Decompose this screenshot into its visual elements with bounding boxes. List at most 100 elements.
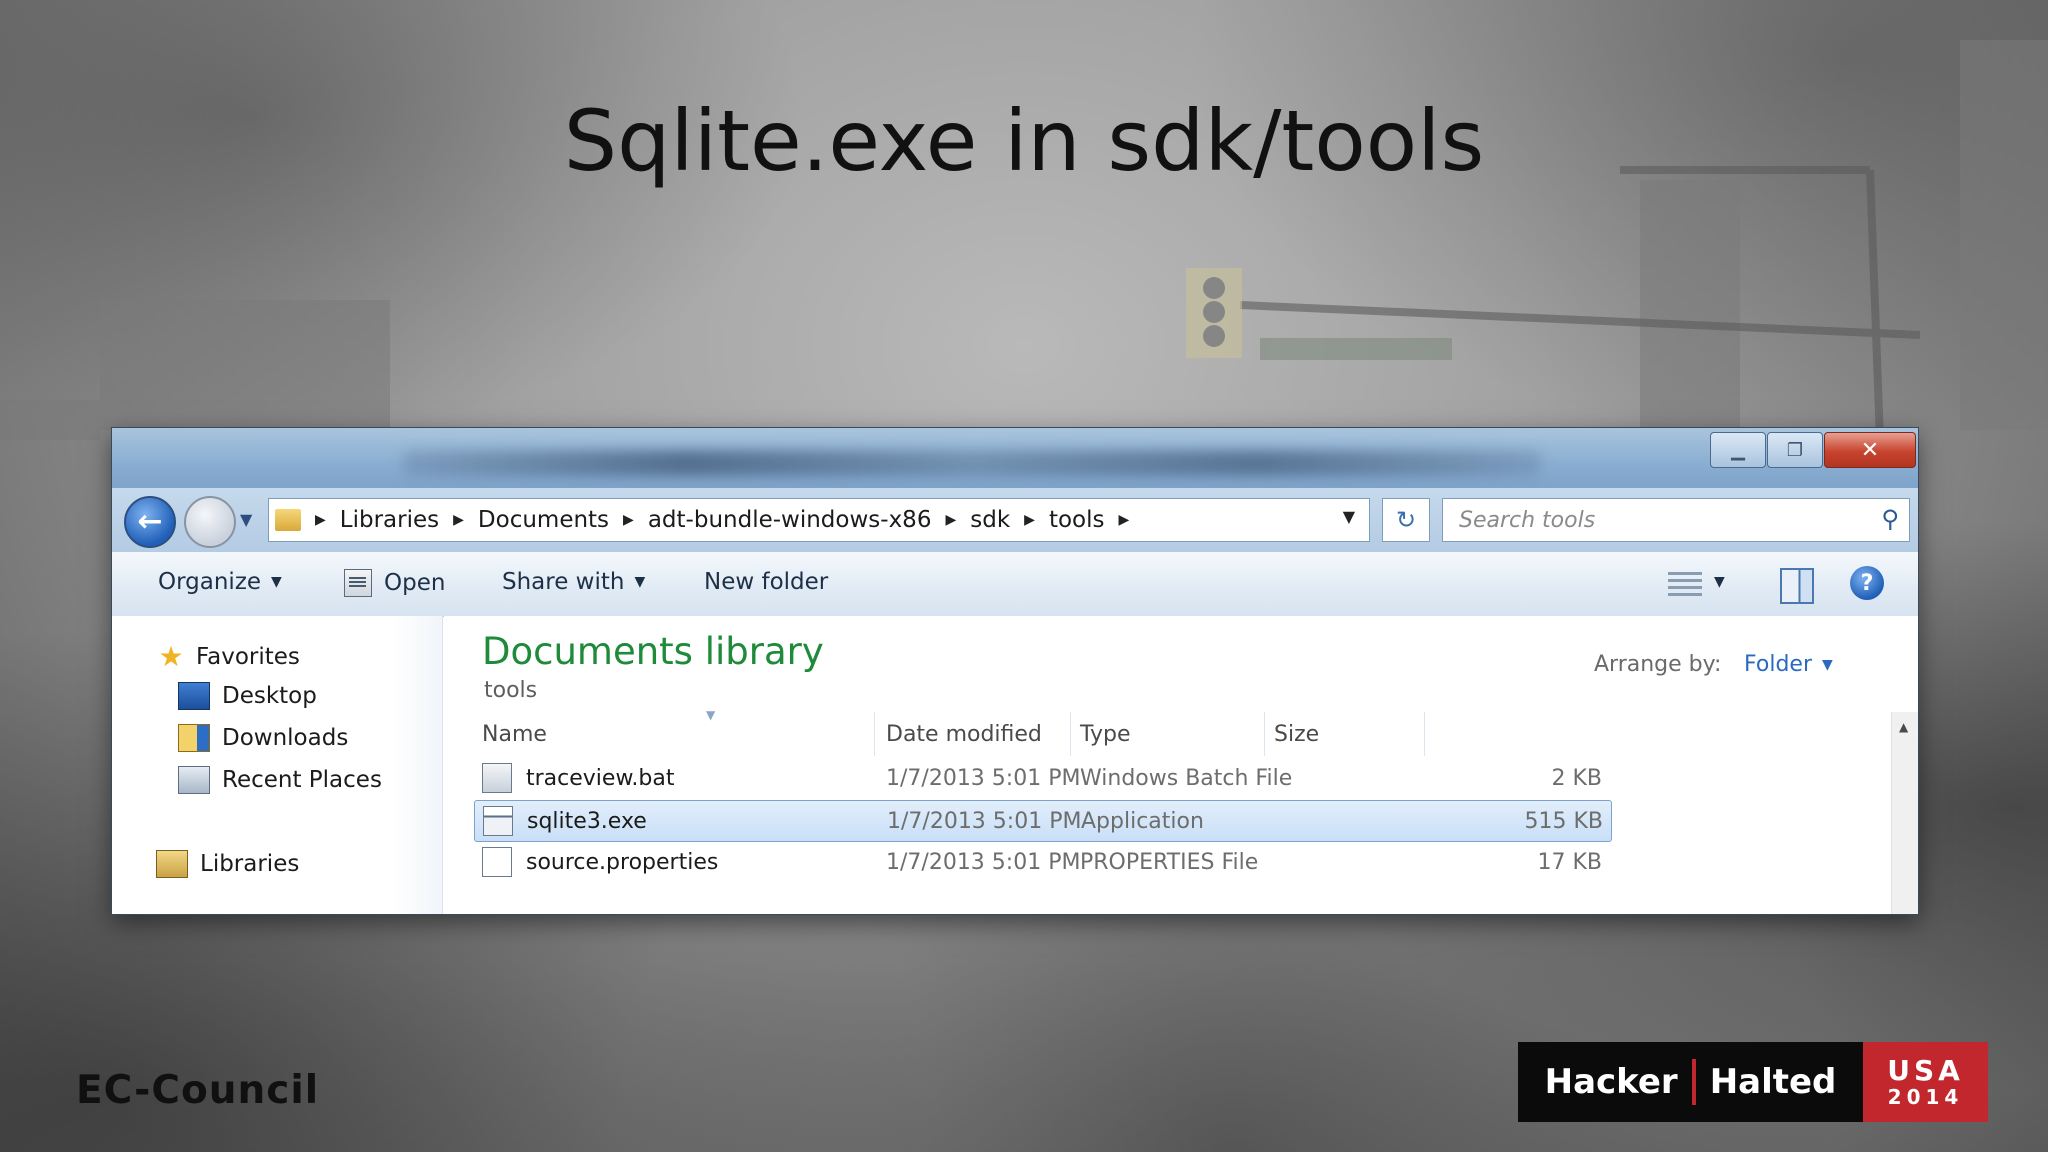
refresh-icon: ↻: [1395, 506, 1417, 534]
column-divider[interactable]: [1264, 712, 1265, 756]
maximize-icon: ❐: [1786, 439, 1804, 461]
logo-divider: [1691, 1059, 1696, 1105]
chevron-down-icon: ▼: [271, 574, 282, 590]
new-folder-button[interactable]: New folder: [704, 569, 828, 595]
open-label: Open: [384, 570, 446, 596]
chevron-down-icon: ▼: [1822, 656, 1833, 673]
ec-council-logo: EC-Council: [76, 1068, 320, 1113]
vertical-scrollbar[interactable]: ▲: [1891, 712, 1918, 914]
open-icon: [344, 569, 372, 597]
nav-favorites-label: Favorites: [196, 643, 300, 670]
nav-downloads-label: Downloads: [222, 725, 349, 751]
back-button[interactable]: ←: [124, 496, 176, 548]
nav-item-downloads[interactable]: Downloads: [178, 724, 348, 752]
file-list-pane: Documents library tools Arrange by: Fold…: [444, 616, 1918, 914]
column-divider[interactable]: [1070, 712, 1071, 756]
library-subtitle: tools: [484, 678, 538, 703]
close-button[interactable]: ✕: [1824, 432, 1916, 468]
chevron-right-icon[interactable]: ▶: [623, 512, 634, 528]
downloads-icon: [178, 724, 210, 752]
file-row[interactable]: traceview.bat 1/7/2013 5:01 PM Windows B…: [474, 758, 1610, 798]
organize-button[interactable]: Organize ▼: [158, 569, 282, 595]
file-name-cell: sqlite3.exe: [483, 806, 647, 836]
search-icon[interactable]: ⚲: [1881, 505, 1899, 533]
search-input[interactable]: [1457, 506, 1861, 534]
maximize-button[interactable]: ❐: [1767, 432, 1823, 468]
file-row[interactable]: source.properties 1/7/2013 5:01 PM PROPE…: [474, 842, 1610, 882]
address-dropdown-icon[interactable]: ▼: [1343, 507, 1355, 526]
chevron-right-icon[interactable]: ▶: [1118, 512, 1129, 528]
title-bar[interactable]: ▁ ❐ ✕: [112, 428, 1918, 488]
chevron-right-icon[interactable]: ▶: [1024, 512, 1035, 528]
nav-libraries-label: Libraries: [200, 851, 300, 877]
library-title: Documents library: [482, 630, 824, 673]
search-box: ⚲: [1442, 498, 1910, 542]
share-with-label: Share with: [502, 569, 625, 595]
navigation-pane: ★ Favorites Desktop Downloads Recent Pla…: [112, 616, 443, 914]
chevron-right-icon[interactable]: ▶: [453, 512, 464, 528]
address-row: ← ▼ ▶ Libraries ▶ Documents ▶ adt-bundle…: [112, 488, 1918, 552]
hacker-halted-wordmark: Hacker Halted: [1518, 1042, 1863, 1122]
address-bar[interactable]: ▶ Libraries ▶ Documents ▶ adt-bundle-win…: [268, 498, 1370, 542]
column-divider[interactable]: [874, 712, 875, 756]
recent-pages-dropdown[interactable]: ▼: [240, 510, 252, 529]
chevron-down-icon: ▼: [634, 574, 646, 590]
breadcrumb-libraries[interactable]: Libraries: [340, 507, 439, 533]
arrange-by-dropdown[interactable]: Folder ▼: [1744, 652, 1833, 677]
nav-recent-places-label: Recent Places: [222, 767, 382, 793]
hh-country: USA: [1887, 1054, 1964, 1087]
arrange-by-label: Arrange by:: [1594, 652, 1722, 677]
column-header-size[interactable]: Size: [1274, 712, 1319, 756]
breadcrumb-tools[interactable]: tools: [1049, 507, 1105, 533]
view-options-icon[interactable]: [1668, 572, 1702, 598]
view-dropdown-icon[interactable]: ▼: [1714, 574, 1725, 590]
breadcrumb-documents[interactable]: Documents: [478, 507, 609, 533]
file-size: 17 KB: [1537, 849, 1602, 875]
file-size: 515 KB: [1524, 808, 1603, 834]
folder-icon: [275, 509, 301, 531]
file-name-cell: traceview.bat: [482, 763, 675, 793]
document-icon: [482, 847, 512, 877]
nav-item-recent-places[interactable]: Recent Places: [178, 766, 382, 794]
file-size: 2 KB: [1551, 765, 1602, 791]
chevron-right-icon[interactable]: ▶: [315, 512, 326, 528]
file-type: Application: [1081, 808, 1204, 834]
sort-indicator-icon: ▼: [706, 708, 716, 722]
breadcrumb-adt-bundle[interactable]: adt-bundle-windows-x86: [648, 507, 932, 533]
file-type: Windows Batch File: [1080, 765, 1293, 791]
hh-country-badge: USA 2014: [1863, 1042, 1988, 1122]
file-row-selected[interactable]: sqlite3.exe 1/7/2013 5:01 PM Application…: [474, 800, 1612, 842]
file-name: traceview.bat: [526, 765, 675, 791]
column-divider[interactable]: [1424, 712, 1425, 756]
help-icon[interactable]: ?: [1850, 566, 1884, 600]
hh-word1: Hacker: [1544, 1062, 1678, 1102]
new-folder-label: New folder: [704, 569, 829, 595]
refresh-button[interactable]: ↻: [1382, 498, 1430, 542]
breadcrumb-sdk[interactable]: sdk: [970, 507, 1010, 533]
file-type: PROPERTIES File: [1080, 849, 1259, 875]
nav-item-desktop[interactable]: Desktop: [178, 682, 317, 710]
scroll-up-icon[interactable]: ▲: [1899, 720, 1908, 734]
close-icon: ✕: [1860, 437, 1880, 463]
batch-file-icon: [482, 763, 512, 793]
nav-item-libraries[interactable]: Libraries: [156, 850, 299, 878]
libraries-icon: [156, 850, 188, 878]
column-header-type[interactable]: Type: [1080, 712, 1131, 756]
explorer-window: ▁ ❐ ✕ ← ▼ ▶ Libraries ▶ Documents ▶ adt-…: [112, 428, 1918, 914]
preview-pane-icon[interactable]: [1780, 568, 1814, 604]
nav-item-favorites[interactable]: ★ Favorites: [156, 640, 300, 673]
breadcrumb: ▶ Libraries ▶ Documents ▶ adt-bundle-win…: [301, 507, 1143, 533]
chevron-right-icon[interactable]: ▶: [945, 512, 956, 528]
organize-label: Organize: [158, 569, 262, 595]
file-date: 1/7/2013 5:01 PM: [886, 849, 1081, 875]
open-button[interactable]: Open: [344, 569, 445, 597]
share-with-button[interactable]: Share with ▼: [502, 569, 645, 595]
column-header-date-modified[interactable]: Date modified: [886, 712, 1042, 756]
column-header-name[interactable]: Name: [482, 712, 547, 756]
application-icon: [483, 806, 513, 836]
slide-title: Sqlite.exe in sdk/tools: [563, 92, 1485, 190]
hh-word2: Halted: [1709, 1062, 1837, 1102]
command-bar: Organize ▼ Open Share with ▼ New folder …: [112, 552, 1918, 617]
minimize-button[interactable]: ▁: [1710, 432, 1766, 468]
forward-button[interactable]: [184, 496, 236, 548]
